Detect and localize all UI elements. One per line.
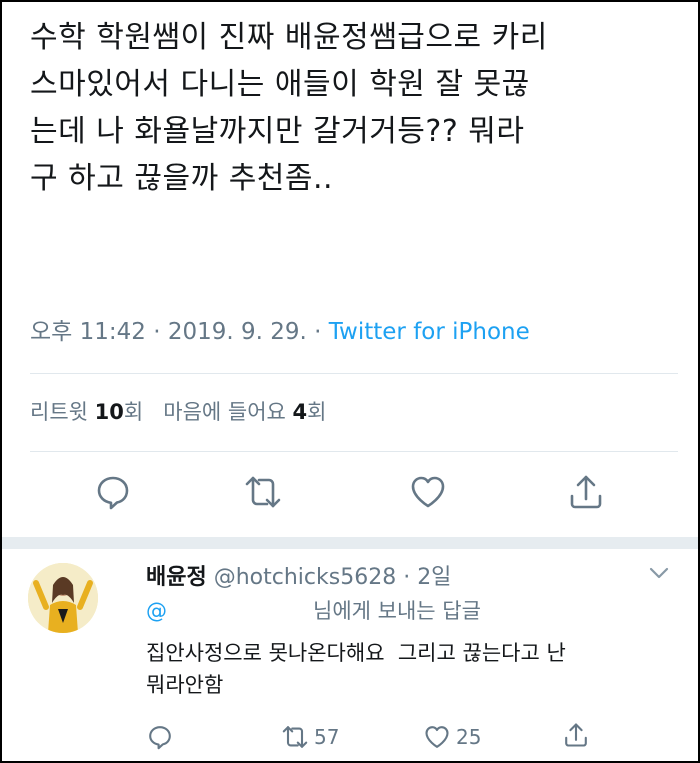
replying-to-suffix: 님에게 보내는 답글 [313, 599, 481, 623]
tweet-text: 수학 학원쌤이 진짜 배윤정쌤급으로 카리 스마있어서 다니는 애들이 학원 잘… [30, 20, 548, 196]
retweets-label: 리트윗 [30, 400, 88, 424]
reply-tweet[interactable]: 배윤정 @hotchicks5628 · 2일 @ 님에게 보내는 답글 집안사정… [0, 549, 700, 761]
replying-to: @ 님에게 보내는 답글 [146, 595, 481, 625]
reply-icon [146, 723, 174, 751]
reply-icon[interactable] [93, 472, 133, 512]
tweet-source-link[interactable]: Twitter for iPhone [329, 319, 530, 345]
meta-separator: · [153, 319, 161, 345]
engagement-counts: 리트윗 10회 마음에 들어요 4회 [30, 396, 327, 426]
reply-reply-button[interactable] [146, 723, 174, 751]
tweet-actions [0, 472, 700, 522]
reply-text: 집안사정으로 못나온다해요 그리고 끊는다고 난 뭐라안함 [146, 641, 566, 697]
reply-header: 배윤정 @hotchicks5628 · 2일 [146, 559, 451, 591]
section-separator [2, 537, 698, 549]
display-name[interactable]: 배윤정 [146, 565, 207, 590]
divider [30, 373, 678, 374]
divider [30, 451, 678, 452]
reply-retweet-button[interactable]: 57 [280, 723, 339, 751]
reply-share-button[interactable] [562, 721, 590, 749]
retweet-icon [280, 723, 310, 751]
likes-stat[interactable]: 마음에 들어요 4회 [163, 400, 326, 424]
post-age: · 2일 [403, 565, 452, 590]
avatar[interactable] [28, 563, 98, 633]
likes-count: 4 [292, 400, 308, 424]
retweets-stat[interactable]: 리트윗 10회 [30, 400, 143, 424]
user-handle[interactable]: @hotchicks5628 [214, 565, 396, 590]
retweet-count: 57 [314, 725, 340, 749]
reply-like-button[interactable]: 25 [422, 723, 481, 751]
like-count: 25 [456, 725, 482, 749]
heart-icon[interactable] [408, 472, 448, 512]
share-icon [562, 721, 590, 749]
heart-icon [422, 723, 452, 751]
likes-unit: 회 [307, 400, 327, 424]
retweets-unit: 회 [123, 400, 144, 424]
replying-to-link[interactable]: @ [146, 599, 167, 623]
share-icon[interactable] [566, 472, 606, 512]
chevron-down-icon[interactable] [648, 565, 670, 581]
reply-actions: 57 25 [0, 721, 700, 757]
likes-label: 마음에 들어요 [163, 400, 286, 424]
retweet-icon[interactable] [243, 472, 283, 512]
retweets-count: 10 [94, 400, 124, 424]
meta-separator: · [314, 319, 322, 345]
tweet-time[interactable]: 오후 11:42 [30, 319, 146, 345]
tweet-date[interactable]: 2019. 9. 29. [168, 319, 307, 345]
tweet-meta: 오후 11:42 · 2019. 9. 29. · Twitter for iP… [30, 312, 530, 346]
